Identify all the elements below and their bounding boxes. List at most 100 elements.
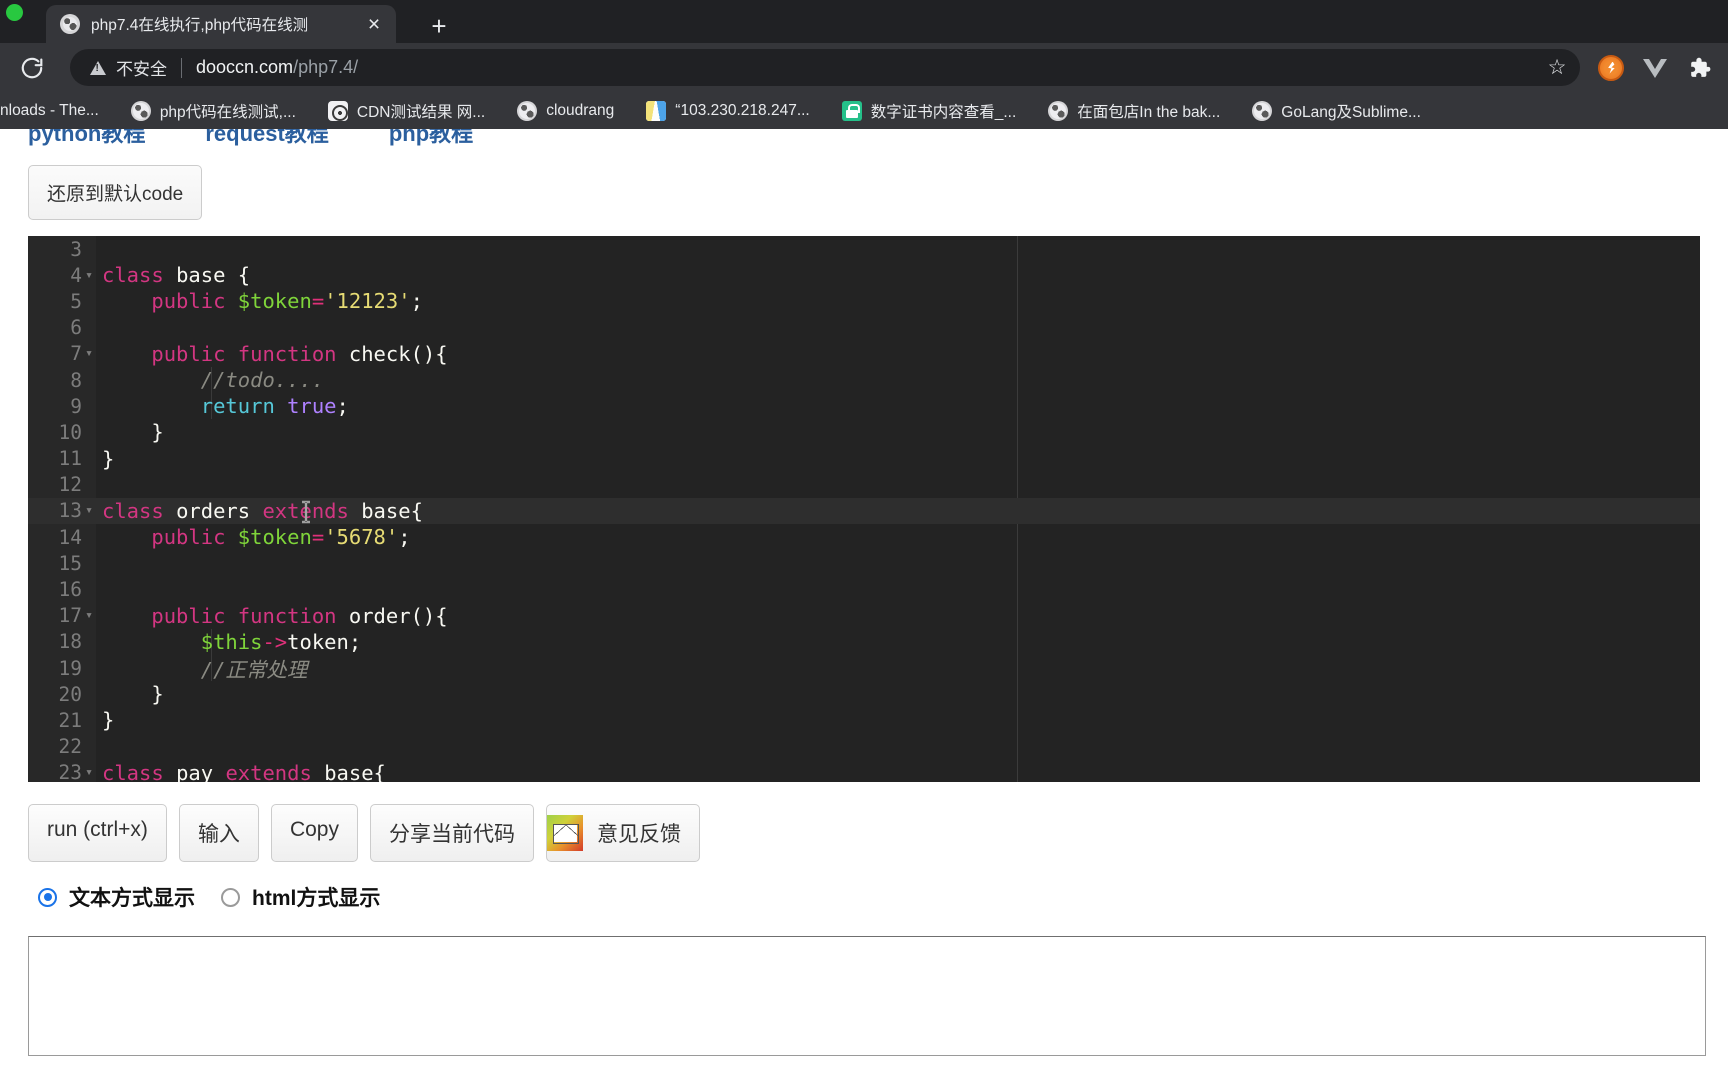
browser-tab-active[interactable]: php7.4在线执行,php代码在线测 × [46,5,396,43]
code-token: '12123' [324,289,411,314]
new-tab-button[interactable]: + [422,13,456,39]
share-code-button[interactable]: 分享当前代码 [369,804,534,862]
code-line[interactable]: 13 ▾ class orders extends base{ [28,497,1700,525]
extensions-puzzle-icon[interactable] [1682,51,1716,85]
fold-toggle-icon[interactable]: ▾ [82,608,96,623]
bookmark-label: GoLang及Sublime... [1281,103,1421,121]
fold-toggle-icon[interactable]: ▾ [82,765,96,780]
warning-triangle-icon [90,60,106,75]
code-token: = [311,525,325,550]
bookmark-item[interactable]: “103.230.218.247... [630,100,825,121]
site-nav-links: python教程 request教程 php教程 [0,129,1728,151]
bookmark-star-icon[interactable]: ☆ [1540,55,1574,80]
code-line[interactable]: 5 public $token='12123'; [28,288,1700,314]
fold-toggle-icon[interactable]: ▾ [82,503,96,518]
code-line[interactable]: 14 public $token='5678'; [28,524,1700,550]
code-text: } [96,420,163,444]
radio-option-text[interactable]: 文本方式显示 [38,882,195,912]
code-editor[interactable]: 3 4 ▾ class base {5 public $token='12123'; 6… [28,236,1700,782]
code-token: base{ [324,760,386,782]
bookmark-item[interactable]: nloads - The... [0,102,115,120]
code-token: public [151,525,238,550]
restore-row: 还原到默认code [0,151,1728,220]
globe-icon [517,100,538,121]
bookmark-item[interactable]: php代码在线测试,... [115,100,312,122]
code-line[interactable]: 18 $this->token; [28,628,1700,655]
bars-icon [646,100,667,121]
code-text: } [96,708,114,732]
code-text: //正常处理 [96,653,308,683]
code-line[interactable]: 20 } [28,681,1700,707]
code-text: return true; [96,394,349,418]
code-text: } [96,447,114,471]
copy-button[interactable]: Copy [270,804,358,862]
bookmark-label: CDN测试结果 网... [356,103,486,121]
code-line[interactable]: 17 ▾ public function order(){ [28,603,1700,629]
address-bar[interactable]: 不安全 dooccn.com/php7.4/ ☆ [70,49,1580,86]
code-line[interactable]: 16 [28,576,1700,602]
code-line[interactable]: 10 } [28,419,1700,445]
restore-default-code-button[interactable]: 还原到默认code [28,165,203,220]
close-icon[interactable]: × [362,14,386,35]
page-content: python教程 request教程 php教程 还原到默认code 3 4 ▾ clas… [0,129,1728,1080]
code-token: class [102,263,177,288]
site-nav-link[interactable]: request教程 [205,129,328,148]
input-button[interactable]: 输入 [178,804,259,862]
site-nav-link[interactable]: python教程 [28,129,145,148]
code-text: public $token='12123'; [96,289,423,313]
fold-toggle-icon[interactable]: ▾ [82,268,96,283]
code-token: true [287,394,337,419]
code-token: order(){ [348,603,448,628]
code-line[interactable]: 19 //正常处理 [28,653,1700,683]
reload-icon[interactable] [12,48,52,88]
code-token: { [237,263,251,288]
code-line[interactable]: 12 [28,472,1700,498]
bookmark-label: 在面包店In the bak... [1077,103,1221,121]
code-line[interactable]: 4 ▾ class base { [28,262,1700,288]
feedback-button[interactable]: 意见反馈 [545,804,700,862]
bookmark-item[interactable]: cloudrang [501,100,630,121]
line-number: 3 [70,237,82,261]
url-text: dooccn.com/php7.4/ [196,57,358,78]
radio-label: 文本方式显示 [69,887,195,910]
site-nav-link[interactable]: php教程 [389,129,473,148]
code-line[interactable]: 6 [28,315,1700,341]
bookmark-item[interactable]: 数字证书内容查看_... [826,100,1033,122]
code-token: function [237,341,349,366]
radio-option-html[interactable]: html方式显示 [221,882,380,912]
fold-toggle-icon[interactable]: ▾ [82,346,96,361]
code-line[interactable]: 15 [28,550,1700,576]
output-textarea[interactable] [28,936,1706,1056]
bookmark-item[interactable]: GoLang及Sublime... [1236,100,1437,122]
code-line[interactable]: 7 ▾ public function check(){ [28,341,1700,367]
code-text: public $token='5678'; [96,525,410,550]
code-line[interactable]: 23 ▾ class pay extends base{ [28,760,1700,782]
rocket-glyph [1598,54,1624,81]
bookmark-label: nloads - The... [0,101,99,119]
code-line[interactable]: 21} [28,707,1700,733]
code-text: class pay extends base{ [96,761,386,782]
code-line[interactable]: 8 //todo.... [28,366,1700,394]
code-line[interactable]: 9 return true; [28,393,1700,420]
code-lines[interactable]: 3 4 ▾ class base {5 public $token='12123'; 6… [28,236,1700,782]
radio-button[interactable] [38,887,57,907]
line-number: 19 [58,656,82,680]
mail-icon [546,815,583,851]
code-line[interactable]: 11} [28,446,1700,472]
radio-button[interactable] [221,887,240,907]
code-token: check(){ [348,341,448,366]
bookmark-item[interactable]: CDN测试结果 网... [312,100,501,122]
run-button[interactable]: run (ctrl+x) [28,804,167,862]
vue-devtools-icon[interactable] [1638,51,1672,85]
code-line[interactable]: 22 [28,734,1700,760]
globe-icon [130,100,151,121]
code-line[interactable]: 3 [28,236,1700,262]
bookmark-label: php代码在线测试,... [159,103,296,121]
rocket-extension-icon[interactable] [1594,51,1628,85]
code-text: } [96,682,163,706]
line-number: 13 [58,499,82,523]
bookmark-item[interactable]: 在面包店In the bak... [1032,100,1236,122]
window-control-maximize[interactable] [6,4,23,21]
